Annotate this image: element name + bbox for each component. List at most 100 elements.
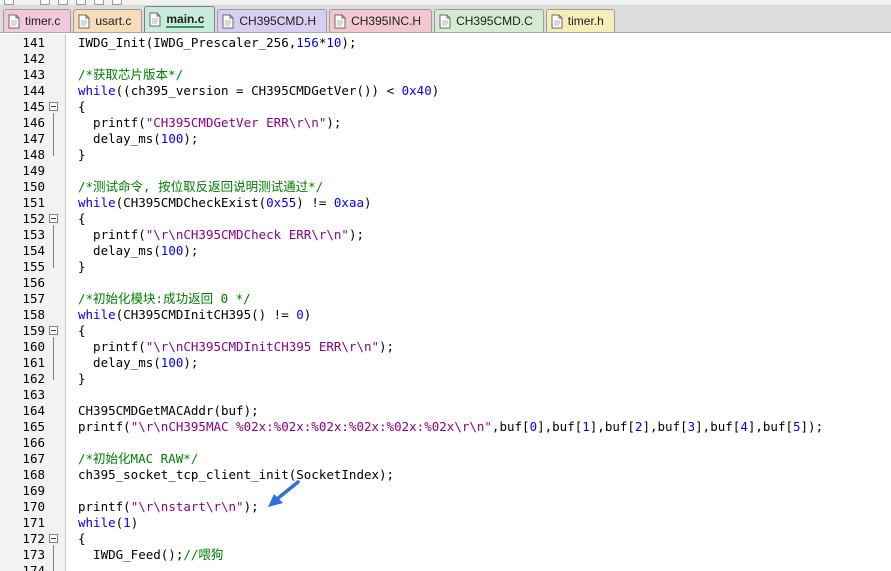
toolbar-button[interactable] (112, 0, 122, 5)
code-line[interactable]: 149 (0, 163, 891, 179)
code-token: ((ch395_version = CH395CMDGetVer()) < (115, 83, 402, 98)
code-line[interactable]: 169 (0, 483, 891, 499)
code-line[interactable]: 173 IWDG_Feed();//喂狗 (0, 547, 891, 563)
toolbar-button[interactable] (40, 0, 50, 5)
code-token: { (78, 211, 86, 226)
tab-ch395cmd-h[interactable]: CH395CMD.H (217, 9, 328, 32)
code-token: 100 (160, 131, 184, 146)
code-token: CH395CMDGetMACAddr(buf); (78, 403, 259, 418)
code-line[interactable]: 168 ch395_socket_tcp_client_init(SocketIn… (0, 467, 891, 483)
line-number: 155 (22, 259, 45, 274)
tab-timer-h[interactable]: timer.h (545, 9, 615, 32)
code-line[interactable]: 145 { (0, 99, 891, 115)
code-text: delay_ms(100); (78, 243, 198, 259)
code-line[interactable]: 152 { (0, 211, 891, 227)
code-text: printf("\r\nCH395CMDInitCH395 ERR\r\n"); (78, 339, 394, 355)
code-token: while (78, 515, 116, 530)
code-line[interactable]: 170 printf("\r\nstart\r\n"); (0, 499, 891, 515)
code-line[interactable]: 164 CH395CMDGetMACAddr(buf); (0, 403, 891, 419)
code-token: //喂狗 (183, 547, 224, 562)
tab-usart-c[interactable]: usart.c (73, 9, 143, 32)
code-token: printf( (78, 339, 146, 354)
tab-ch395inc-h[interactable]: CH395INC.H (329, 9, 433, 32)
line-number: 156 (22, 275, 45, 290)
tab-timer-c[interactable]: timer.c (3, 9, 72, 32)
code-token: ); (183, 243, 199, 258)
file-icon (551, 14, 563, 29)
line-number: 151 (22, 195, 45, 210)
line-number: 148 (22, 147, 45, 162)
code-token: 5 (793, 419, 801, 434)
line-number: 144 (22, 83, 45, 98)
line-number: 149 (22, 163, 45, 178)
code-line[interactable]: 171 while(1) (0, 515, 891, 531)
code-token: while (78, 83, 116, 98)
code-text: { (78, 323, 86, 339)
fold-collapse-icon[interactable] (49, 214, 58, 223)
line-number: 164 (22, 403, 45, 418)
tab-label: CH395CMD.H (239, 14, 317, 28)
code-line[interactable]: 157 /*初始化模块:成功返回 0 */ (0, 291, 891, 307)
code-line[interactable]: 174 (0, 563, 891, 571)
toolbar-button[interactable] (58, 0, 68, 5)
code-line[interactable]: 165 printf("\r\nCH395MAC %02x:%02x:%02x:%… (0, 419, 891, 435)
fold-collapse-icon[interactable] (49, 326, 58, 335)
code-token: 100 (160, 355, 184, 370)
code-line[interactable]: 159 { (0, 323, 891, 339)
code-token: } (78, 371, 86, 386)
code-line[interactable]: 156 (0, 275, 891, 291)
code-line[interactable]: 166 (0, 435, 891, 451)
code-line[interactable]: 155} (0, 259, 891, 275)
code-token: "\r\nCH395CMDInitCH395 ERR\r\n" (145, 339, 380, 354)
tab-main-c[interactable]: main.c (144, 6, 216, 32)
line-number: 141 (22, 35, 45, 50)
tab-ch395cmd-c[interactable]: CH395CMD.C (434, 9, 544, 32)
toolbar-button[interactable] (76, 0, 86, 5)
code-line[interactable]: 146 printf("CH395CMDGetVer ERR\r\n"); (0, 115, 891, 131)
code-token: 10 (326, 35, 342, 50)
toolbar-button[interactable] (94, 0, 104, 5)
code-token: { (78, 323, 86, 338)
code-editor[interactable]: 141 IWDG_Init(IWDG_Prescaler_256,156*10);… (0, 34, 891, 571)
code-text: printf("\r\nCH395MAC %02x:%02x:%02x:%02x… (78, 419, 823, 435)
code-text: { (78, 211, 86, 227)
code-line[interactable]: 143 /*获取芯片版本*/ (0, 67, 891, 83)
code-token: IWDG_Init(IWDG_Prescaler_256, (78, 35, 297, 50)
line-number: 168 (22, 467, 45, 482)
code-token: delay_ms( (78, 243, 161, 258)
line-number: 172 (22, 531, 45, 546)
fold-collapse-icon[interactable] (49, 534, 58, 543)
code-line[interactable]: 148} (0, 147, 891, 163)
code-line[interactable]: 158 while(CH395CMDInitCH395() != 0) (0, 307, 891, 323)
code-line[interactable]: 147 delay_ms(100); (0, 131, 891, 147)
tab-label: usart.c (95, 14, 132, 28)
line-number: 145 (22, 99, 45, 114)
code-token: ) (431, 83, 440, 98)
code-line[interactable]: 142 (0, 51, 891, 67)
line-number: 146 (22, 115, 45, 130)
code-line[interactable]: 162} (0, 371, 891, 387)
code-token: ],buf[ (747, 419, 793, 434)
code-line[interactable]: 153 printf("\r\nCH395CMDCheck ERR\r\n"); (0, 227, 891, 243)
code-token: } (78, 259, 86, 274)
fold-collapse-icon[interactable] (49, 102, 58, 111)
code-line[interactable]: 151 while(CH395CMDCheckExist(0x55) != 0xa… (0, 195, 891, 211)
toolbar-button[interactable] (4, 0, 14, 5)
code-line[interactable]: 150 /*测试命令, 按位取反返回说明测试通过*/ (0, 179, 891, 195)
code-line[interactable]: 160 printf("\r\nCH395CMDInitCH395 ERR\r\… (0, 339, 891, 355)
code-text: while((ch395_version = CH395CMDGetVer())… (78, 83, 439, 99)
code-token: "\r\nCH395MAC %02x:%02x:%02x:%02x:%02x:%… (130, 419, 492, 434)
code-text: CH395CMDGetMACAddr(buf); (78, 403, 259, 419)
annotation-arrow-icon (268, 480, 300, 507)
code-line[interactable]: 141 IWDG_Init(IWDG_Prescaler_256,156*10); (0, 35, 891, 51)
code-line[interactable]: 167 /*初始化MAC RAW*/ (0, 451, 891, 467)
code-token: ); (326, 115, 342, 130)
code-line[interactable]: 163 (0, 387, 891, 403)
code-text: printf("\r\nstart\r\n"); (78, 499, 259, 515)
code-line[interactable]: 161 delay_ms(100); (0, 355, 891, 371)
code-line[interactable]: 172 { (0, 531, 891, 547)
code-token: { (78, 99, 86, 114)
code-line[interactable]: 154 delay_ms(100); (0, 243, 891, 259)
file-icon (222, 14, 234, 29)
code-line[interactable]: 144 while((ch395_version = CH395CMDGetVer… (0, 83, 891, 99)
